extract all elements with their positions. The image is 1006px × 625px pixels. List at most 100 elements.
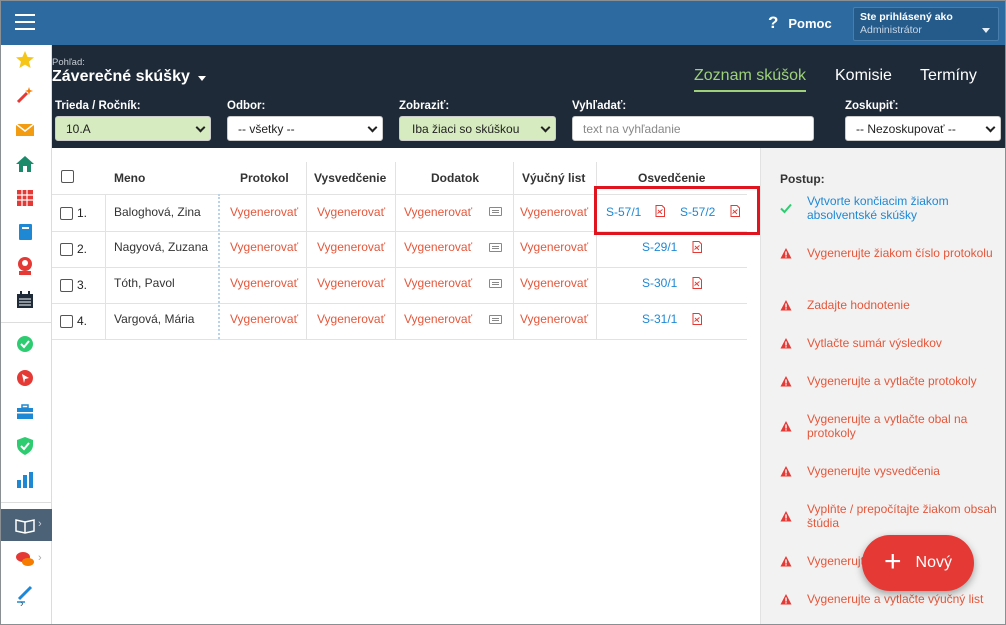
generate-certificate-link[interactable]: Vygenerovať (317, 205, 385, 219)
generate-apprentice-link[interactable]: Vygenerovať (520, 276, 588, 290)
filter-bar: Pohľad: Záverečné skúšky Zoznam skúšok K… (52, 45, 1006, 148)
page-title[interactable]: Záverečné skúšky (52, 68, 206, 86)
user-menu[interactable]: Ste prihlásený ako Administrátor (853, 7, 999, 41)
pointer-icon[interactable] (14, 367, 36, 389)
procedure-step[interactable]: Vygenerujte žiakom číslo protokolu (780, 246, 1000, 260)
exam-table: Meno Protokol Vysvedčenie Dodatok Výučný… (52, 148, 760, 625)
student-name[interactable]: Baloghová, Zina (114, 205, 201, 219)
tab-exam-list[interactable]: Zoznam skúšok (694, 67, 807, 92)
chevron-right-icon: › (38, 518, 42, 530)
person-icon[interactable] (14, 255, 36, 277)
chat-icon[interactable] (14, 548, 36, 570)
procedure-step[interactable]: Vytvorte končiacim žiakom absolventské s… (780, 194, 1000, 222)
menu-icon[interactable] (15, 14, 35, 31)
generate-protocol-link[interactable]: Vygenerovať (230, 276, 298, 290)
student-name[interactable]: Tóth, Pavol (114, 276, 175, 290)
chevron-right-icon[interactable]: › (20, 598, 24, 610)
procedure-step[interactable]: Zadajte hodnotenie (780, 298, 1000, 312)
generate-protocol-link[interactable]: Vygenerovať (230, 205, 298, 219)
procedure-step[interactable]: Vygenerujte vysvedčenia (780, 464, 1000, 478)
check-circle-icon[interactable] (14, 333, 36, 355)
sidebar: › › › (0, 45, 52, 625)
generate-supplement-link[interactable]: Vygenerovať (404, 240, 472, 254)
show-filter-label: Zobraziť: (399, 100, 450, 112)
group-select[interactable]: -- Nezoskupovať -- (845, 116, 1001, 141)
grid-calendar-icon[interactable] (14, 187, 36, 209)
pen-icon[interactable] (14, 582, 36, 604)
student-name[interactable]: Vargová, Mária (114, 312, 194, 326)
generate-apprentice-link[interactable]: Vygenerovať (520, 205, 588, 219)
procedure-step-text: Vygenerujte a vytlačte protokoly (807, 374, 977, 388)
warning-icon (780, 466, 792, 477)
column-header-name[interactable]: Meno (114, 171, 145, 185)
field-select[interactable]: -- všetky -- (227, 116, 383, 141)
tab-committees[interactable]: Komisie (835, 67, 892, 85)
tab-dates[interactable]: Termíny (920, 67, 977, 85)
procedure-step[interactable]: Vygenerujte a vytlačte protokoly (780, 374, 1000, 388)
calendar-icon[interactable] (14, 289, 36, 311)
column-header-attestation: Osvedčenie (638, 171, 706, 185)
procedure-step[interactable]: Vygenerujte a vytlačte výučný list (780, 592, 1000, 606)
new-button[interactable]: + Nový (862, 535, 974, 591)
generate-protocol-link[interactable]: Vygenerovať (230, 240, 298, 254)
pdf-icon[interactable] (692, 241, 702, 253)
document-icon[interactable] (489, 243, 502, 252)
envelope-icon[interactable] (14, 119, 36, 141)
view-label: Pohľad: (52, 57, 85, 68)
generate-supplement-link[interactable]: Vygenerovať (404, 205, 472, 219)
procedure-step[interactable]: Vytlačte sumár výsledkov (780, 336, 1000, 350)
row-checkbox[interactable] (60, 315, 73, 328)
row-checkbox[interactable] (60, 279, 73, 292)
warning-icon (780, 300, 792, 311)
home-icon[interactable] (14, 153, 36, 175)
warning-icon (780, 511, 792, 522)
search-input[interactable]: text na vyhľadanie (572, 116, 814, 141)
generate-apprentice-link[interactable]: Vygenerovať (520, 312, 588, 326)
book-icon[interactable] (14, 514, 36, 536)
plus-icon: + (884, 544, 902, 578)
chevron-down-icon (367, 122, 378, 133)
procedure-step[interactable]: Vyplňte / prepočítajte žiakom obsah štúd… (780, 502, 1000, 530)
row-number: 3. (77, 278, 88, 292)
attestation-link[interactable]: S-29/1 (642, 240, 677, 254)
star-icon[interactable] (14, 49, 36, 71)
bar-chart-icon[interactable] (14, 469, 36, 491)
generate-certificate-link[interactable]: Vygenerovať (317, 276, 385, 290)
generate-apprentice-link[interactable]: Vygenerovať (520, 240, 588, 254)
procedure-step[interactable]: Vygenerujte a vytlačte obal na protokoly (780, 412, 1000, 440)
shield-icon[interactable] (14, 435, 36, 457)
pdf-icon[interactable] (692, 313, 702, 325)
generate-certificate-link[interactable]: Vygenerovať (317, 240, 385, 254)
warning-icon (780, 376, 792, 387)
check-icon (780, 203, 792, 214)
student-name[interactable]: Nagyová, Zuzana (114, 240, 208, 254)
generate-certificate-link[interactable]: Vygenerovať (317, 312, 385, 326)
attestation-link[interactable]: S-31/1 (642, 312, 677, 326)
briefcase-icon[interactable] (14, 401, 36, 423)
generate-protocol-link[interactable]: Vygenerovať (230, 312, 298, 326)
search-placeholder: text na vyhľadanie (583, 122, 681, 136)
document-icon[interactable] (489, 315, 502, 324)
class-select[interactable]: 10.A (55, 116, 211, 141)
show-select[interactable]: Iba žiaci so skúškou (399, 116, 556, 141)
help-link[interactable]: ? Pomoc (768, 13, 832, 33)
pdf-icon[interactable] (692, 277, 702, 289)
row-checkbox[interactable] (60, 243, 73, 256)
generate-supplement-link[interactable]: Vygenerovať (404, 276, 472, 290)
row-checkbox[interactable] (60, 207, 73, 220)
attestation-link[interactable]: S-30/1 (642, 276, 677, 290)
notebook-icon[interactable] (14, 221, 36, 243)
document-icon[interactable] (489, 207, 502, 216)
magic-wand-icon[interactable] (14, 84, 36, 106)
generate-supplement-link[interactable]: Vygenerovať (404, 312, 472, 326)
select-all-checkbox[interactable] (61, 170, 74, 183)
document-icon[interactable] (489, 279, 502, 288)
class-filter-label: Trieda / Ročník: (55, 100, 141, 112)
field-select-value: -- všetky -- (238, 122, 295, 136)
highlight-box (594, 186, 760, 235)
chevron-down-icon (195, 122, 206, 133)
chevron-down-icon (540, 122, 551, 133)
group-select-value: -- Nezoskupovať -- (856, 122, 956, 136)
page-title-text: Záverečné skúšky (52, 68, 190, 85)
search-label: Vyhľadať: (572, 100, 627, 112)
